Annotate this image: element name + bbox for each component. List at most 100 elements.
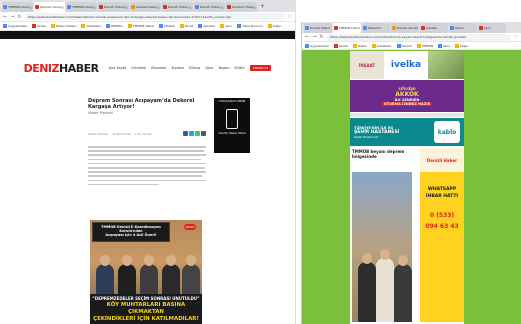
browser-tab[interactable]: Denizli Haberleri× xyxy=(98,2,129,12)
bookmark-item[interactable]: Spor xyxy=(438,43,450,48)
teal-ad-text: TÜRKİYE'NİN İLK 5G ŞEHİR HASTANESİ Kablo… xyxy=(354,126,434,139)
twitter-icon[interactable] xyxy=(189,131,194,136)
site-logo[interactable]: DENIZHABER xyxy=(24,61,100,75)
bookmark-item[interactable]: Diğer xyxy=(454,43,468,48)
browser-tab[interactable]: Denizli Haber × xyxy=(162,2,193,12)
ad-label: İNŞAAT xyxy=(358,62,376,68)
image-ad[interactable] xyxy=(428,51,464,79)
close-tab-icon[interactable]: × xyxy=(125,5,128,10)
folder-icon xyxy=(268,24,273,28)
whatsapp-ad[interactable]: WHATSAPP İHBAR HATTI 0 (533) 094 63 43 xyxy=(420,172,464,322)
meta-date: 10 Mart 2023 xyxy=(112,131,131,136)
url-input[interactable]: https://www.denizlisonhaber.com/haber/tm… xyxy=(326,33,511,41)
bookmark-item[interactable]: DENIZLI xyxy=(105,24,123,28)
bookmark-item[interactable]: Ajanslar xyxy=(198,24,215,28)
new-tab-icon[interactable]: + xyxy=(260,2,265,12)
bookmark-item[interactable]: Gazeteler xyxy=(371,43,392,48)
article-photo[interactable]: TMMOB Denizli İl Koordinasyon Kurulu'nda… xyxy=(90,220,202,324)
favicon-icon xyxy=(99,5,103,9)
bookmark-item[interactable]: TMMOB xyxy=(416,43,433,48)
bookmark-item[interactable]: Denizli xyxy=(396,43,412,48)
bookmark-item[interactable]: Diğer xyxy=(268,24,281,28)
nav-item[interactable]: Kültür xyxy=(235,66,245,70)
bookmark-item[interactable]: Borsa xyxy=(179,24,193,28)
mail-icon[interactable] xyxy=(201,131,206,136)
browser-tab[interactable]: Denizli Haber × xyxy=(194,2,225,12)
tab-title: TMMOB Denizli xyxy=(339,26,360,30)
browser-tab[interactable]: Haberler xyxy=(362,23,390,33)
facebook-icon[interactable] xyxy=(183,131,188,136)
app-download-ad[interactable]: UYGULAMAYI İNDİR Denizli Haber Mobil xyxy=(214,98,250,153)
ivelka-ad[interactable]: ivelka xyxy=(384,51,428,79)
nav-item[interactable]: Spor xyxy=(205,66,213,70)
bookmark-label: Hava Durumu xyxy=(242,24,264,28)
nav-item[interactable]: Ekonomi xyxy=(151,66,166,70)
bookmark-item[interactable]: Uygulamalar xyxy=(305,43,329,48)
address-bar: ← → ↻ https://www.denizlisonhaber.com/ha… xyxy=(302,33,521,42)
article-subhead: Haber Merkezi xyxy=(88,111,114,115)
browser-tab[interactable]: Denizli Gündem xyxy=(391,23,419,33)
bookmark-item[interactable]: Spor xyxy=(220,24,232,28)
tab-title: Haberler xyxy=(368,26,381,30)
url-input[interactable]: https://www.denizlihaber.com/haber/depre… xyxy=(24,13,285,20)
reload-icon[interactable]: ↻ xyxy=(17,14,21,20)
news-title[interactable]: TMMOB beyanı deprem bölgesinde xyxy=(350,148,420,160)
whatsapp-icon[interactable] xyxy=(195,131,200,136)
browser-tab-active[interactable]: Deprem Sonrası Acil...× xyxy=(34,2,65,12)
close-tab-icon[interactable]: × xyxy=(189,5,192,10)
browser-tab[interactable]: Gazete xyxy=(420,23,448,33)
browser-tab[interactable]: Haber xyxy=(449,23,477,33)
bookmark-item[interactable]: Meslek xyxy=(159,24,175,28)
forward-icon[interactable]: → xyxy=(312,34,316,40)
bookmark-item[interactable]: Gmail xyxy=(32,24,46,28)
nav-item[interactable]: Siyaset xyxy=(171,66,184,70)
browser-tab[interactable]: Denizli Haber xyxy=(304,23,332,33)
close-tab-icon[interactable]: × xyxy=(93,5,96,10)
close-tab-icon[interactable]: × xyxy=(221,5,224,10)
nav-item[interactable]: Gündem xyxy=(131,66,146,70)
bookmark-item[interactable]: Hava Durumu xyxy=(237,24,263,28)
bookmark-label: Meslek xyxy=(164,24,175,28)
address-bar: ← → ↻ https://www.denizlihaber.com/haber… xyxy=(0,12,295,22)
bookmark-star-icon[interactable]: ☆ xyxy=(514,34,518,40)
browser-tab[interactable]: Spor xyxy=(478,23,506,33)
nav-item[interactable]: Dünya xyxy=(189,66,200,70)
browser-tab[interactable]: TMMOB Denizli 4 K...× xyxy=(2,2,33,12)
purple-ad-banner[interactable]: sıfırdan AKKÖK İLK SENENİN OTURMA İZNİNİ… xyxy=(350,80,464,112)
teal-ad-banner[interactable]: TÜRKİYE'NİN İLK 5G ŞEHİR HASTANESİ Kablo… xyxy=(350,118,464,146)
browser-tab[interactable]: Gündem Haber × xyxy=(226,2,257,12)
browser-tab[interactable]: Gazete Haber × xyxy=(130,2,161,12)
ad-line: Kablo Elektronik xyxy=(354,134,379,139)
news-photo[interactable] xyxy=(352,172,412,322)
site-navigation: DENIZHABER Ana Sayfa Gündem Ekonomi Siya… xyxy=(0,58,295,78)
close-tab-icon[interactable]: × xyxy=(157,5,160,10)
logo-part-dark: HABER xyxy=(58,61,99,75)
person-figure xyxy=(376,249,394,322)
nav-item[interactable]: Ana Sayfa xyxy=(109,66,127,70)
forward-icon[interactable]: → xyxy=(10,14,14,20)
reload-icon[interactable]: ↻ xyxy=(319,34,323,40)
back-icon[interactable]: ← xyxy=(305,34,309,40)
close-tab-icon[interactable]: × xyxy=(29,5,32,10)
bookmark-item[interactable]: Uygulamalar xyxy=(3,24,27,28)
close-tab-icon[interactable]: × xyxy=(61,5,64,10)
nav-item[interactable]: Yaşam xyxy=(218,66,229,70)
back-icon[interactable]: ← xyxy=(3,14,7,20)
bookmark-star-icon[interactable]: ☆ xyxy=(288,14,292,20)
bookmark-item[interactable]: Gazeteler xyxy=(81,24,101,28)
construction-ad[interactable]: İNŞAAT xyxy=(350,51,384,79)
side-logo-box[interactable]: Denizli Haber xyxy=(420,148,464,172)
person-figure xyxy=(358,253,376,322)
folder-icon xyxy=(454,43,459,48)
subscribe-button[interactable]: ABONE OL xyxy=(249,65,272,71)
bookmark-item[interactable]: Gmail xyxy=(334,43,348,48)
bookmark-item[interactable]: TMMOB Haber xyxy=(127,24,154,28)
tab-title: Spor xyxy=(484,26,491,30)
browser-tab-active[interactable]: TMMOB Denizli xyxy=(333,23,361,33)
bookmark-item[interactable]: Haber xyxy=(352,43,367,48)
folder-icon xyxy=(371,43,376,48)
favicon-icon xyxy=(392,26,396,30)
browser-tab[interactable]: TMMOB Denizli 4 K...× xyxy=(66,2,97,12)
bookmark-item[interactable]: Haber Siteleri xyxy=(50,24,76,28)
close-tab-icon[interactable]: × xyxy=(253,5,256,10)
